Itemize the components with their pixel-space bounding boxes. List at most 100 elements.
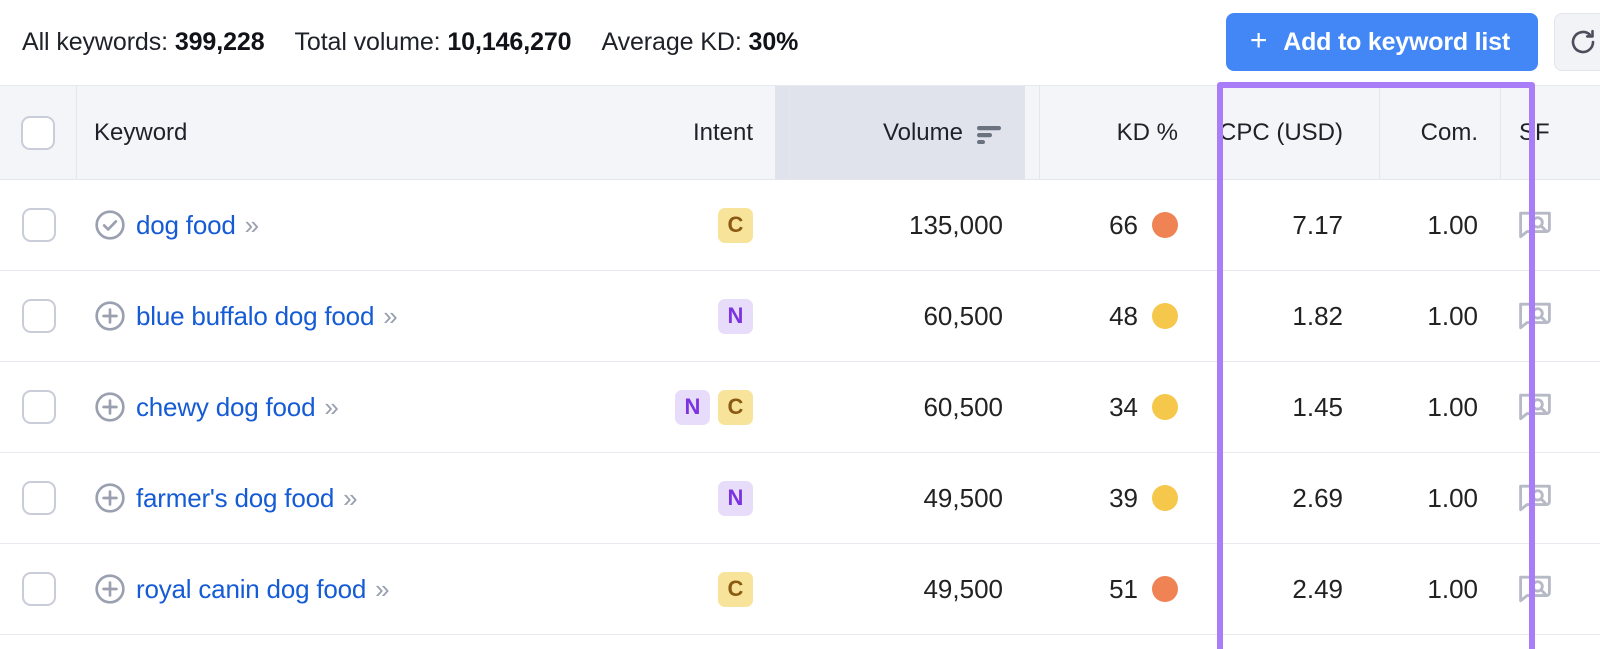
- table-row: farmer's dog food » N 49,500 39 2.69 1.0…: [0, 453, 1600, 544]
- row-checkbox[interactable]: [21, 572, 56, 606]
- intent-badge[interactable]: C: [718, 571, 753, 607]
- sf-cell: [1500, 453, 1600, 543]
- volume-cell: 49,500: [923, 573, 1003, 604]
- keyword-link[interactable]: dog food: [136, 210, 236, 241]
- column-header-cpc[interactable]: CPC (USD): [1200, 86, 1365, 179]
- cpc-cell: 2.49: [1292, 573, 1343, 604]
- double-chevron-right-icon[interactable]: »: [343, 483, 358, 514]
- stat-average-kd-label: Average KD:: [601, 28, 742, 56]
- serp-feature-icon[interactable]: [1518, 574, 1552, 604]
- add-to-keyword-list-button[interactable]: + Add to keyword list: [1225, 13, 1538, 71]
- com-cell: 1.00: [1427, 573, 1478, 604]
- row-checkbox[interactable]: [21, 481, 56, 515]
- select-all-cell: [0, 86, 77, 179]
- sf-cell: [1500, 180, 1600, 270]
- keyword-link[interactable]: royal canin dog food: [136, 574, 366, 605]
- intent-cell: N: [585, 453, 775, 543]
- serp-feature-icon[interactable]: [1518, 392, 1552, 422]
- stat-average-kd: Average KD: 30%: [601, 28, 798, 57]
- stat-all-keywords-value: 399,228: [174, 28, 265, 56]
- toolbar-actions: + Add to keyword list: [1225, 13, 1600, 71]
- table-header-row: Keyword Intent Volume KD % CPC (USD) Com…: [0, 85, 1600, 180]
- refresh-button[interactable]: [1554, 13, 1600, 71]
- keyword-cell: dog food »: [77, 180, 585, 270]
- plus-circle-icon[interactable]: [94, 482, 126, 514]
- kd-status-dot: [1152, 394, 1178, 420]
- double-chevron-right-icon[interactable]: »: [245, 210, 260, 241]
- table-row: royal canin dog food » C 49,500 51 2.49 …: [0, 544, 1600, 635]
- cpc-cell: 1.82: [1292, 300, 1343, 331]
- serp-feature-icon[interactable]: [1518, 483, 1552, 513]
- double-chevron-right-icon[interactable]: »: [375, 574, 390, 605]
- column-header-volume[interactable]: Volume: [775, 86, 1025, 179]
- serp-feature-icon[interactable]: [1518, 210, 1552, 240]
- keyword-cell: farmer's dog food »: [77, 453, 585, 543]
- column-header-sf-label: SF: [1519, 118, 1550, 146]
- double-chevron-right-icon[interactable]: »: [383, 301, 398, 332]
- plus-circle-icon[interactable]: [94, 300, 126, 332]
- kd-status-dot: [1152, 303, 1178, 329]
- intent-badge[interactable]: N: [718, 480, 753, 516]
- keyword-cell: blue buffalo dog food »: [77, 271, 585, 361]
- intent-cell: C: [585, 544, 775, 634]
- table-row: chewy dog food » N C 60,500 34 1.45 1.00: [0, 362, 1600, 453]
- intent-badge[interactable]: N: [718, 298, 753, 334]
- plus-circle-icon[interactable]: [94, 391, 126, 423]
- intent-cell: N C: [585, 362, 775, 452]
- kd-cell: 48: [1025, 271, 1200, 361]
- stat-all-keywords-label: All keywords:: [22, 28, 168, 56]
- stat-total-volume-value: 10,146,270: [447, 28, 572, 56]
- keyword-cell: royal canin dog food »: [77, 544, 585, 634]
- column-header-kd[interactable]: KD %: [1025, 86, 1200, 179]
- table-row: dog food » C 135,000 66 7.17 1.00: [0, 180, 1600, 271]
- kd-status-dot: [1152, 576, 1178, 602]
- intent-badge[interactable]: N: [675, 389, 710, 425]
- com-cell: 1.00: [1427, 209, 1478, 240]
- column-header-sf[interactable]: SF: [1500, 86, 1600, 179]
- serp-feature-icon[interactable]: [1518, 301, 1552, 331]
- column-header-keyword[interactable]: Keyword: [77, 86, 585, 179]
- row-checkbox[interactable]: [21, 299, 56, 333]
- plus-circle-icon[interactable]: [94, 573, 126, 605]
- select-all-checkbox[interactable]: [21, 115, 55, 150]
- double-chevron-right-icon[interactable]: »: [324, 392, 339, 423]
- row-select-cell: [0, 180, 77, 270]
- row-checkbox[interactable]: [21, 390, 56, 424]
- com-cell: 1.00: [1427, 482, 1478, 513]
- column-header-intent[interactable]: Intent: [585, 86, 775, 179]
- column-header-cpc-label: CPC (USD): [1219, 118, 1343, 146]
- kd-cell: 39: [1025, 453, 1200, 543]
- keyword-link[interactable]: farmer's dog food: [136, 483, 334, 514]
- refresh-icon: [1571, 29, 1595, 54]
- cpc-cell: 7.17: [1292, 209, 1343, 240]
- sf-cell: [1500, 271, 1600, 361]
- kd-cell: 51: [1025, 544, 1200, 634]
- row-checkbox[interactable]: [21, 208, 56, 242]
- intent-badge[interactable]: C: [718, 389, 753, 425]
- column-header-kd-label: KD %: [1116, 118, 1178, 146]
- kd-value: 51: [1109, 573, 1138, 604]
- intent-cell: C: [585, 180, 775, 270]
- sf-cell: [1500, 362, 1600, 452]
- keyword-link[interactable]: blue buffalo dog food: [136, 301, 374, 332]
- volume-cell: 135,000: [909, 209, 1003, 240]
- header-separator: [789, 85, 790, 180]
- volume-cell: 60,500: [923, 391, 1003, 422]
- column-header-keyword-label: Keyword: [94, 118, 188, 146]
- intent-badge[interactable]: C: [718, 207, 753, 243]
- keyword-table: Keyword Intent Volume KD % CPC (USD) Com…: [0, 85, 1600, 635]
- volume-cell: 60,500: [923, 300, 1003, 331]
- toolbar: All keywords: 399,228 Total volume: 10,1…: [0, 0, 1600, 85]
- sort-descending-icon[interactable]: [975, 122, 1003, 144]
- summary-stats: All keywords: 399,228 Total volume: 10,1…: [22, 28, 798, 57]
- row-select-cell: [0, 453, 77, 543]
- keyword-link[interactable]: chewy dog food: [136, 392, 316, 423]
- column-header-com[interactable]: Com.: [1365, 86, 1500, 179]
- kd-status-dot: [1152, 485, 1178, 511]
- com-cell: 1.00: [1427, 391, 1478, 422]
- check-circle-icon[interactable]: [94, 209, 126, 241]
- column-header-volume-label: Volume: [882, 118, 963, 146]
- stat-total-volume: Total volume: 10,146,270: [295, 28, 572, 57]
- kd-cell: 66: [1025, 180, 1200, 270]
- stat-all-keywords: All keywords: 399,228: [22, 28, 265, 57]
